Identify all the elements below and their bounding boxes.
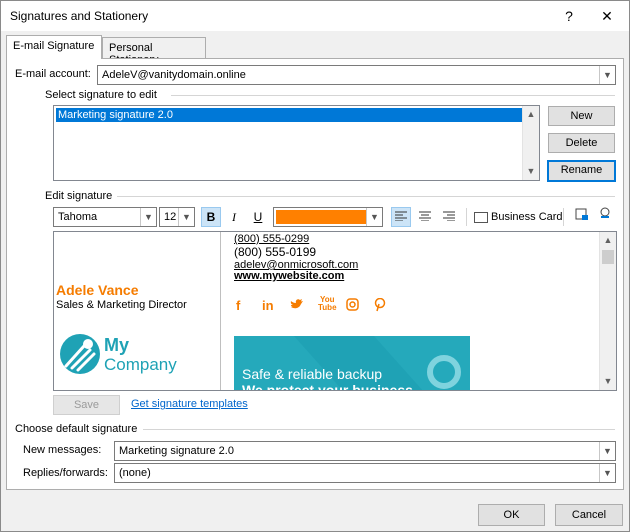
signature-banner: Safe & reliable backup We protect your b… — [234, 336, 470, 391]
divider — [117, 196, 615, 197]
email-account-select[interactable]: AdeleV@vanitydomain.online ▼ — [97, 65, 616, 85]
tab-email-signature[interactable]: E-mail Signature — [6, 35, 102, 59]
banner-line1: Safe & reliable backup — [242, 366, 383, 382]
close-button[interactable]: ✕ — [585, 1, 629, 31]
business-card-button[interactable]: Business Card — [474, 210, 563, 226]
signatures-dialog: Signatures and Stationery ? ✕ E-mail Sig… — [0, 0, 630, 532]
chevron-down-icon[interactable]: ▼ — [599, 442, 615, 460]
signature-templates-link[interactable]: Get signature templates — [131, 398, 248, 410]
twitter-icon[interactable] — [290, 298, 304, 313]
align-right-icon[interactable] — [439, 207, 459, 227]
default-signature-label: Choose default signature — [15, 423, 138, 435]
scroll-up-icon[interactable]: ▲ — [523, 106, 539, 123]
new-messages-select[interactable]: Marketing signature 2.0 ▼ — [114, 441, 616, 461]
signature-website[interactable]: www.mywebsite.com — [234, 270, 344, 282]
rename-button[interactable]: Rename — [547, 160, 616, 182]
signature-name: Adele Vance — [56, 282, 139, 298]
divider — [220, 232, 221, 390]
replies-label: Replies/forwards: — [23, 467, 108, 479]
font-select[interactable]: Tahoma ▼ — [53, 207, 157, 227]
chevron-down-icon[interactable]: ▼ — [366, 208, 382, 226]
chevron-down-icon[interactable]: ▼ — [599, 66, 615, 84]
email-account-value: AdeleV@vanitydomain.online — [102, 69, 246, 81]
font-color-select[interactable]: ▼ — [273, 207, 383, 227]
facebook-icon[interactable]: f — [236, 298, 240, 313]
tab-personal-stationery[interactable]: Personal Stationery — [102, 37, 206, 66]
select-signature-label: Select signature to edit — [45, 89, 157, 101]
youtube-icon[interactable]: You Tube — [318, 296, 337, 312]
ok-button[interactable]: OK — [478, 504, 545, 526]
divider — [143, 429, 615, 430]
edit-signature-label: Edit signature — [45, 190, 113, 202]
linkedin-icon[interactable]: in — [262, 298, 274, 313]
scroll-down-icon[interactable]: ▼ — [523, 163, 539, 180]
divider — [171, 95, 615, 96]
underline-button[interactable]: U — [248, 207, 268, 227]
italic-button[interactable]: I — [224, 207, 244, 227]
scroll-thumb[interactable] — [602, 250, 614, 264]
social-icons: f in You Tube — [234, 296, 404, 318]
insert-picture-icon[interactable] — [572, 207, 592, 227]
business-card-icon — [474, 211, 488, 223]
divider — [466, 208, 467, 226]
list-item[interactable]: Marketing signature 2.0 — [56, 108, 523, 122]
signature-title: Sales & Marketing Director — [56, 299, 187, 311]
bold-button[interactable]: B — [201, 207, 221, 227]
save-button[interactable]: Save — [53, 395, 120, 415]
divider — [563, 208, 564, 226]
scroll-up-icon[interactable]: ▲ — [600, 232, 616, 249]
replies-value: (none) — [119, 467, 151, 479]
signature-list[interactable]: Marketing signature 2.0 ▲ ▼ — [53, 105, 540, 181]
business-card-label: Business Card — [491, 211, 563, 223]
chevron-down-icon[interactable]: ▼ — [178, 208, 194, 226]
font-size-select[interactable]: 12 ▼ — [159, 207, 195, 227]
signature-phone1[interactable]: (800) 555-0299 — [234, 233, 309, 245]
delete-button[interactable]: Delete — [548, 133, 615, 153]
new-messages-label: New messages: — [23, 444, 102, 456]
new-messages-value: Marketing signature 2.0 — [119, 445, 234, 457]
align-left-icon[interactable] — [391, 207, 411, 227]
email-account-label: E-mail account: — [15, 68, 91, 80]
insert-hyperlink-icon[interactable] — [595, 207, 615, 227]
instagram-icon[interactable] — [346, 298, 359, 314]
replies-select[interactable]: (none) ▼ — [114, 463, 616, 483]
font-value: Tahoma — [58, 211, 98, 223]
editor-scrollbar[interactable]: ▲ ▼ — [599, 232, 616, 390]
font-color-swatch — [276, 210, 366, 224]
company-logo-icon — [58, 332, 102, 376]
logo-text-company: Company — [104, 355, 177, 374]
chevron-down-icon[interactable]: ▼ — [599, 464, 615, 482]
scroll-down-icon[interactable]: ▼ — [600, 373, 616, 390]
title-bar: Signatures and Stationery ? ✕ — [1, 1, 629, 31]
signature-editor[interactable]: Adele Vance Sales & Marketing Director M… — [53, 231, 617, 391]
chevron-down-icon[interactable]: ▼ — [140, 208, 156, 226]
signature-phone2: (800) 555-0199 — [234, 245, 317, 259]
cancel-button[interactable]: Cancel — [555, 504, 623, 526]
pinterest-icon[interactable] — [374, 297, 386, 315]
list-scrollbar[interactable]: ▲ ▼ — [522, 106, 539, 180]
dialog-title: Signatures and Stationery — [10, 9, 149, 23]
tab-email-signature-label: E-mail Signature — [13, 40, 95, 52]
align-center-icon[interactable] — [415, 207, 435, 227]
new-button[interactable]: New — [548, 106, 615, 126]
font-size-value: 12 — [164, 211, 177, 223]
banner-line2: We protect your business — [242, 382, 413, 391]
logo-text-my: My — [104, 335, 130, 355]
